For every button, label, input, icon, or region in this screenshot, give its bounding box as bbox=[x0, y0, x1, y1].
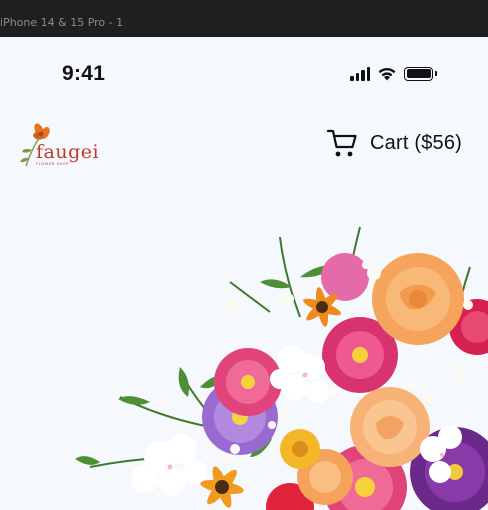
brand-logo[interactable]: faugei FLOWER SHOP bbox=[14, 120, 104, 170]
signal-icon bbox=[350, 66, 370, 81]
frame-title-bar: iPhone 14 & 15 Pro - 1 bbox=[0, 0, 488, 37]
brand-tagline: FLOWER SHOP bbox=[36, 162, 70, 166]
battery-icon bbox=[404, 66, 437, 81]
frame-label: iPhone 14 & 15 Pro - 1 bbox=[0, 16, 124, 29]
app-screen: 9:41 faugei FLOWER SHOP Cart ($56) bbox=[0, 37, 488, 510]
cart-icon bbox=[326, 129, 357, 157]
wifi-icon bbox=[378, 67, 396, 81]
cart-label: Cart ($56) bbox=[370, 131, 463, 154]
status-time: 9:41 bbox=[62, 62, 106, 85]
cart-button[interactable]: Cart ($56) bbox=[326, 128, 462, 158]
status-icons bbox=[350, 66, 437, 81]
flower-bouquet-image bbox=[75, 226, 488, 510]
brand-name: faugei bbox=[36, 141, 100, 163]
